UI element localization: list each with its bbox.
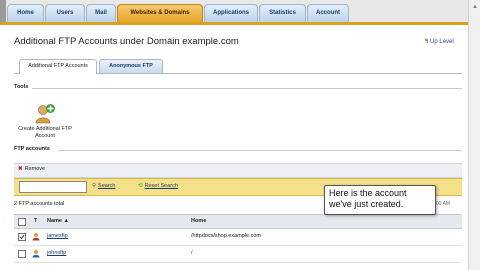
top-nav-bar: Home Users Mail Websites & Domains Appli…: [0, 0, 480, 25]
remove-icon: ✖: [18, 166, 23, 172]
tab-mail[interactable]: Mail: [86, 4, 116, 22]
tools-divider: [32, 88, 462, 89]
ftp-user-link[interactable]: jamesftp: [47, 233, 68, 239]
user-icon: [32, 250, 40, 258]
tab-home[interactable]: Home: [7, 4, 44, 22]
home-directory: /: [191, 250, 193, 256]
table-row: jamesftp /httpdocs/shop.example.com: [14, 229, 462, 246]
reset-icon: ⟲: [138, 183, 143, 189]
annotation-tooltip: Here is the account we've just created.: [324, 185, 436, 215]
nav-edge: [0, 0, 6, 22]
create-ftp-label-line2: Account: [35, 133, 55, 139]
column-home[interactable]: Home: [191, 218, 206, 224]
search-button[interactable]: ⚲ Search: [92, 183, 115, 189]
vertical-scrollbar[interactable]: ▲: [468, 0, 480, 270]
tab-applications[interactable]: Applications: [204, 4, 258, 22]
subtabs: Additional FTP Accounts Anonymous FTP: [14, 59, 462, 74]
tooltip-line1: Here is the account: [329, 188, 407, 198]
tab-websites-domains[interactable]: Websites & Domains: [117, 4, 203, 22]
reset-label: Reset Search: [144, 183, 178, 189]
up-level-label: Up Level: [430, 39, 454, 45]
subtab-additional-ftp-accounts[interactable]: Additional FTP Accounts: [19, 59, 97, 74]
tools-heading: Tools: [14, 84, 29, 90]
tab-statistics[interactable]: Statistics: [259, 4, 306, 22]
search-input[interactable]: [19, 181, 87, 193]
search-label: Search: [98, 183, 116, 189]
ftp-accounts-divider: [58, 150, 462, 151]
select-all-checkbox[interactable]: [18, 218, 26, 226]
row-checkbox-checked[interactable]: [18, 233, 26, 241]
ftp-accounts-heading: FTP accounts: [14, 146, 50, 152]
create-ftp-label-line1: Create Additional FTP: [18, 126, 72, 132]
remove-button[interactable]: ✖ Remove: [18, 166, 45, 172]
row-checkbox[interactable]: [18, 250, 26, 258]
tooltip-line2: we've just created.: [329, 199, 404, 209]
sort-asc-icon: ▲: [63, 218, 69, 224]
create-ftp-account-button[interactable]: Create Additional FTP Account: [14, 103, 76, 140]
check-icon: [19, 234, 25, 240]
tab-users[interactable]: Users: [45, 4, 85, 22]
tab-account[interactable]: Account: [307, 4, 349, 22]
remove-label: Remove: [24, 166, 46, 172]
page-title: Additional FTP Accounts under Domain exa…: [14, 36, 239, 47]
column-type[interactable]: T: [34, 218, 37, 224]
up-level-link[interactable]: ↰Up Level: [424, 38, 454, 45]
up-arrow-icon: ↰: [424, 39, 430, 45]
action-bar: ✖ Remove: [14, 163, 462, 178]
search-icon: ⚲: [92, 183, 97, 189]
total-count: 2 FTP accounts total: [14, 201, 65, 207]
user-icon: [32, 233, 40, 241]
home-directory: /httpdocs/shop.example.com: [191, 233, 262, 239]
table-row: johnsftp /: [14, 246, 462, 263]
table-header: T Name ▲ Home: [14, 214, 462, 229]
scroll-up-arrow-icon[interactable]: ▲: [472, 4, 478, 10]
ftp-user-link[interactable]: johnsftp: [47, 250, 66, 256]
subtab-anonymous-ftp[interactable]: Anonymous FTP: [99, 59, 163, 73]
column-name-label: Name: [47, 218, 62, 224]
column-name[interactable]: Name ▲: [47, 218, 69, 224]
reset-search-button[interactable]: ⟲ Reset Search: [138, 183, 178, 189]
user-add-icon: [35, 104, 55, 124]
